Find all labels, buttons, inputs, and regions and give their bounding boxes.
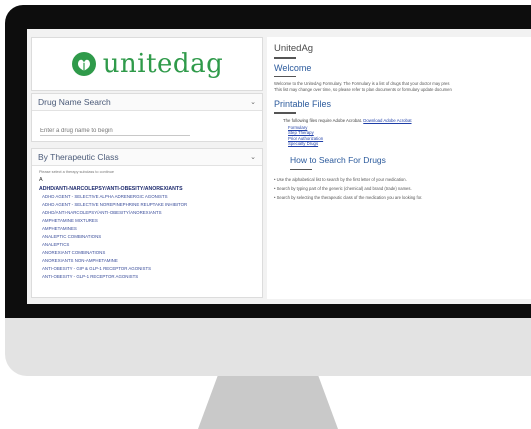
screen: unitedag Drug Name Search ⌄ By Therapeut… [27,29,531,304]
therapy-class-item[interactable]: ADHD AGENT - SELECTIVE NOREPINEPHRINE RE… [39,201,255,209]
divider [290,168,312,170]
alphabet-letter: A [39,177,43,183]
therapy-class-item[interactable]: ANALEPTICS [39,241,255,249]
therapy-class-item[interactable]: ANTI-OBESITY - GIP & GLP-1 RECEPTOR AGON… [39,265,255,273]
site-title: UnitedAg [274,43,314,54]
how-to-item: Search by typing part of the generic (ch… [274,184,524,193]
right-panel: UnitedAg Welcome Welcome to the UnitedAg… [267,37,531,299]
logo-card: unitedag [31,37,263,91]
therapy-class-item[interactable]: ADHD/ANTI-NARCOLEPSY/ANTI-OBESITY/ANOREX… [39,209,255,217]
drug-search-header[interactable]: Drug Name Search ⌄ [32,94,262,111]
drug-search-input[interactable] [40,127,190,136]
therapy-class-item[interactable]: AMPHETAMINES [39,225,255,233]
leaf-logo-icon [71,52,96,76]
therapeutic-class-title: By Therapeutic Class [38,152,119,162]
therapy-class-item[interactable]: ANTI-OBESITY - GLP-1 RECEPTOR AGONISTS [39,273,255,281]
therapy-class-item[interactable]: ADHD/ANTI-NARCOLEPSY/ANTI-OBESITY/ANOREX… [39,185,255,193]
how-to-item: Use the alphabetical list to search by t… [274,175,524,184]
files-note-text: The following files require Adobe Acroba… [283,117,363,123]
chevron-down-icon[interactable]: ⌄ [250,153,256,161]
chevron-down-icon[interactable]: ⌄ [250,98,256,106]
drug-search-card: Drug Name Search ⌄ [31,93,263,142]
brand-logo-text: unitedag [102,49,224,79]
therapy-class-item[interactable]: ANOREXIANT COMBINATIONS [39,249,255,257]
divider [274,75,296,77]
divider [274,112,296,114]
printable-files-heading: Printable Files [274,99,332,109]
therapy-class-item[interactable]: ANOREXIANTS NON-AMPHETAMINE [39,257,255,265]
therapy-class-item[interactable]: AMPHETAMINE MIXTURES [39,217,255,225]
therapy-hint: Please select a therapy subclass to cont… [39,170,114,174]
files-note: The following files require Adobe Acroba… [283,118,524,123]
welcome-text: This list may change over time, so pleas… [274,87,452,92]
file-link-specialty-drugs[interactable]: Specialty Drugs [288,141,524,147]
divider [274,57,296,59]
welcome-heading: Welcome [274,62,312,73]
left-panel: unitedag Drug Name Search ⌄ By Therapeut… [31,37,263,299]
how-to-item: Search by selecting the therapeutic clas… [274,193,524,202]
monitor-chin [5,318,531,376]
therapy-class-item[interactable]: ADHD AGENT - SELECTIVE ALPHA ADRENERGIC … [39,193,255,201]
therapeutic-class-card: By Therapeutic Class ⌄ Please select a t… [31,148,263,298]
therapeutic-class-header[interactable]: By Therapeutic Class ⌄ [32,149,262,166]
drug-search-title: Drug Name Search [38,97,111,107]
how-to-search-heading: How to Search For Drugs [290,154,386,165]
monitor-stand [198,376,338,429]
download-acrobat-link[interactable]: Download Adobe Acrobat [363,118,411,123]
therapy-class-item[interactable]: ANALEPTIC COMBINATIONS [39,233,255,241]
